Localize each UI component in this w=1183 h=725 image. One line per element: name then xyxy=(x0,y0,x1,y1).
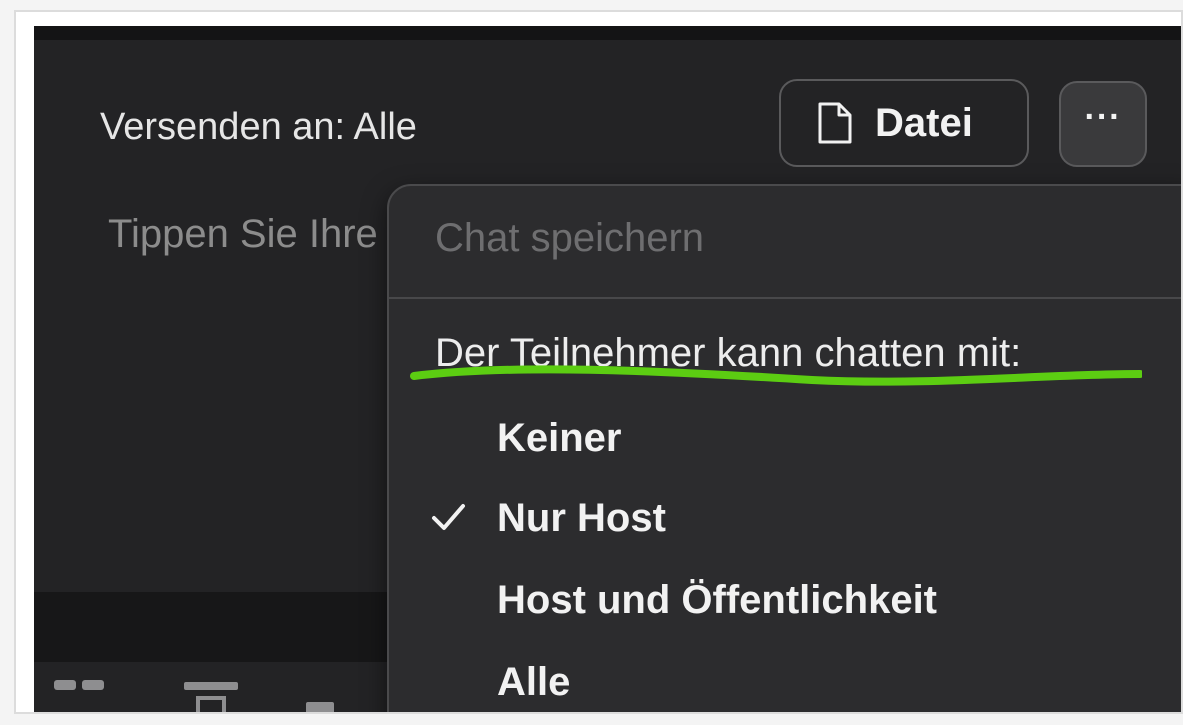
chat-options-menu: Chat speichern Der Teilnehmer kann chatt… xyxy=(387,184,1181,712)
permission-option-label: Alle xyxy=(497,660,571,704)
screenshot-frame: Versenden an: Alle Datei ··· Chat speich… xyxy=(14,10,1183,714)
file-icon xyxy=(818,102,852,144)
permission-option-host-public[interactable]: Host und Öffentlichkeit xyxy=(389,566,1181,636)
file-button-label: Datei xyxy=(875,100,973,145)
document-icon-body xyxy=(196,696,226,712)
toolbar-indicator-icon xyxy=(306,702,334,712)
gallery-view-icon[interactable] xyxy=(54,680,76,690)
permission-option-host-only[interactable]: Nur Host xyxy=(389,484,1181,554)
document-icon[interactable] xyxy=(184,682,238,690)
file-button[interactable]: Datei xyxy=(779,79,1029,167)
chat-permission-title: Der Teilnehmer kann chatten mit: xyxy=(435,331,1022,375)
permission-option-all[interactable]: Alle xyxy=(389,648,1181,712)
chat-panel: Versenden an: Alle Datei ··· Chat speich… xyxy=(34,26,1181,712)
permission-option-label: Host und Öffentlichkeit xyxy=(497,578,937,622)
permission-option-label: Keiner xyxy=(497,416,622,460)
permission-option-none[interactable]: Keiner xyxy=(389,404,1181,474)
send-to-label[interactable]: Versenden an: Alle xyxy=(100,106,417,149)
menu-divider xyxy=(389,297,1181,299)
permission-option-label: Nur Host xyxy=(497,496,666,540)
checkmark-icon xyxy=(432,504,465,530)
save-chat-menu-item[interactable]: Chat speichern xyxy=(435,216,704,261)
ellipsis-icon: ··· xyxy=(1084,98,1122,136)
top-bar xyxy=(34,26,1181,40)
more-options-button[interactable]: ··· xyxy=(1059,81,1147,167)
gallery-view-icon-part xyxy=(82,680,104,690)
